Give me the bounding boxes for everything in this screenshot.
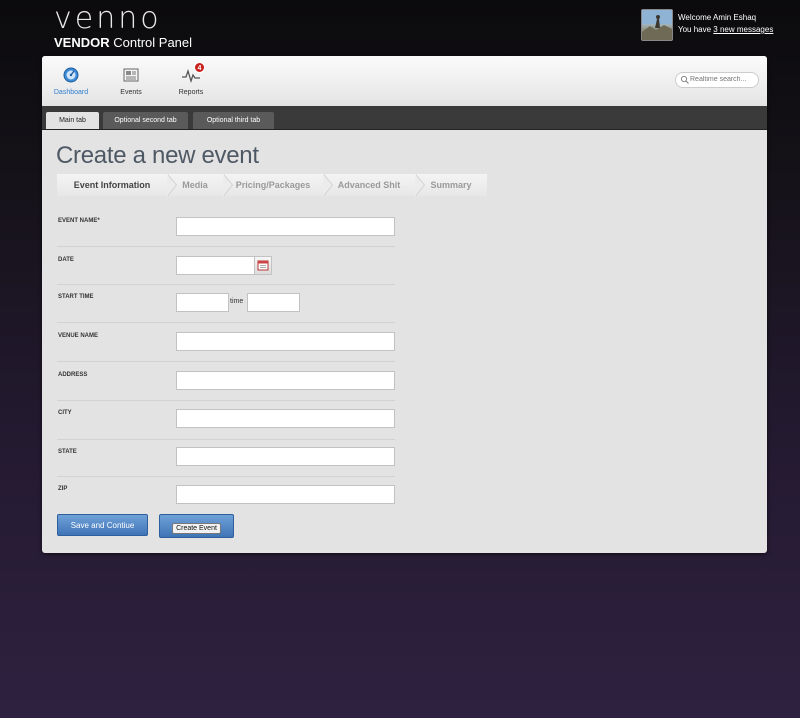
nav-events[interactable]: Events <box>108 66 154 96</box>
logo-subtitle-bold: VENDOR <box>54 35 110 50</box>
venue-name-input[interactable] <box>176 332 395 351</box>
calendar-button[interactable] <box>254 256 272 275</box>
brand-logo: venno VENDOR Control Panel <box>54 1 192 51</box>
page-title: Create a new event <box>56 142 259 169</box>
search-box[interactable] <box>675 72 759 88</box>
start-time-label: START TIME <box>58 294 94 300</box>
city-input[interactable] <box>176 409 395 428</box>
create-event-label: Create Event <box>172 523 221 534</box>
form-row-city: CITY <box>57 400 395 440</box>
form-row-event-name: EVENT NAME* <box>57 208 395 247</box>
event-name-input[interactable] <box>176 217 395 236</box>
form-row-address: ADDRESS <box>57 362 395 401</box>
create-event-button[interactable]: Create Event <box>159 514 234 538</box>
step-label: Pricing/Packages <box>235 180 311 190</box>
state-label: STATE <box>58 449 77 455</box>
reports-icon: 4 <box>181 62 205 84</box>
date-label: DATE <box>58 257 74 263</box>
form-row-date: DATE <box>57 247 395 285</box>
venue-name-label: VENUE NAME <box>58 333 99 339</box>
logo-wordmark: venno <box>54 1 162 36</box>
toolbar: Dashboard Events 4 Reports Realtime sear… <box>42 56 767 107</box>
nav-events-label: Events <box>120 89 142 96</box>
search-icon <box>680 75 689 84</box>
step-advanced[interactable]: Advanced Shit <box>323 174 425 196</box>
tab-optional-third[interactable]: Optional third tab <box>193 112 274 129</box>
event-name-label: EVENT NAME* <box>58 218 100 224</box>
city-label: CITY <box>58 410 72 416</box>
step-event-information[interactable]: Event Information <box>57 174 177 196</box>
zip-label: ZIP <box>58 486 68 492</box>
step-pricing-packages[interactable]: Pricing/Packages <box>223 174 333 196</box>
main-panel: Dashboard Events 4 Reports Realtime sear… <box>42 56 767 553</box>
reports-badge: 4 <box>194 62 205 73</box>
form-row-zip: ZIP <box>57 477 395 507</box>
state-input[interactable] <box>176 447 395 466</box>
date-input[interactable] <box>176 256 255 275</box>
wizard-steps: Event Information Media Pricing/Packages… <box>57 174 487 196</box>
messages-link[interactable]: 3 new messages <box>713 25 773 34</box>
tab-optional-second[interactable]: Optional second tab <box>103 112 188 129</box>
zip-input[interactable] <box>176 485 395 504</box>
address-input[interactable] <box>176 371 395 390</box>
welcome-text: Welcome Amin Eshaq You have 3 new messag… <box>678 12 773 36</box>
nav-dashboard-label: Dashboard <box>53 89 89 96</box>
dashboard-icon <box>61 66 81 84</box>
messages-prefix: You have <box>678 25 714 34</box>
form-row-start-time: START TIME time <box>57 285 395 323</box>
calendar-icon <box>257 260 269 271</box>
form-row-venue-name: VENUE NAME <box>57 323 395 362</box>
step-label: Event Information <box>73 180 151 190</box>
logo-subtitle: VENDOR Control Panel <box>54 35 192 50</box>
step-label: Summary <box>430 180 472 190</box>
avatar[interactable] <box>641 9 673 41</box>
events-icon <box>121 66 141 84</box>
address-label: ADDRESS <box>58 372 88 378</box>
nav-reports-label: Reports <box>178 89 204 96</box>
tab-main[interactable]: Main tab <box>46 112 99 129</box>
nav-dashboard[interactable]: Dashboard <box>48 66 94 96</box>
time-separator: time <box>230 298 244 305</box>
form-row-state: STATE <box>57 439 395 477</box>
logo-subtitle-rest: Control Panel <box>113 35 193 50</box>
step-label: Advanced Shit <box>337 180 401 190</box>
start-time-input[interactable] <box>176 293 229 312</box>
search-input[interactable] <box>690 74 754 85</box>
tab-bar: Main tab Optional second tab Optional th… <box>42 106 767 130</box>
nav-reports[interactable]: 4 Reports <box>168 62 214 96</box>
save-continue-button[interactable]: Save and Contiue <box>57 514 148 536</box>
welcome-name: Welcome Amin Eshaq <box>678 13 757 22</box>
end-time-input[interactable] <box>247 293 300 312</box>
step-summary[interactable]: Summary <box>415 174 487 196</box>
